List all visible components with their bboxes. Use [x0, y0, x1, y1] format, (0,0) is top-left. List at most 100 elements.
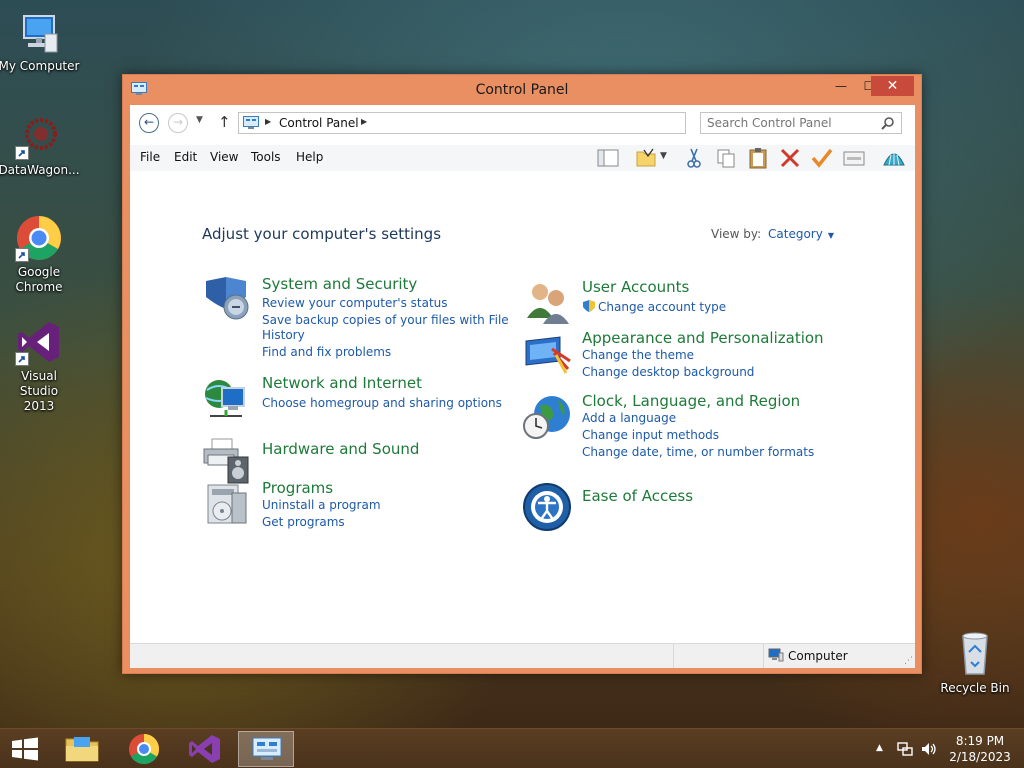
- content-area: Adjust your computer's settings View by:…: [130, 171, 915, 643]
- category-title[interactable]: Clock, Language, and Region: [582, 392, 800, 410]
- paste-icon[interactable]: [746, 147, 770, 169]
- globe-clock-icon: [522, 392, 574, 444]
- desktop-icon-label: Google Chrome: [15, 265, 63, 294]
- resize-grip-icon[interactable]: ⋰: [904, 656, 913, 666]
- view-by-dropdown[interactable]: Category ▼: [768, 227, 834, 241]
- window-title: Control Panel: [475, 82, 569, 98]
- link-homegroup-sharing[interactable]: Choose homegroup and sharing options: [262, 396, 502, 411]
- link-add-language[interactable]: Add a language: [582, 411, 676, 426]
- link-change-theme[interactable]: Change the theme: [582, 348, 694, 363]
- category-appearance: Appearance and Personalization Change th…: [522, 329, 852, 379]
- desktop-icon-label: Recycle Bin: [940, 681, 1010, 695]
- desktop-icon-my-computer[interactable]: My Computer: [0, 8, 81, 74]
- file-explorer-taskbar-button[interactable]: [54, 731, 110, 767]
- view-by-value: Category: [768, 227, 823, 241]
- shortcut-arrow-icon: [15, 248, 29, 262]
- forward-arrow-icon[interactable]: →: [168, 113, 188, 133]
- link-change-desktop-background[interactable]: Change desktop background: [582, 365, 754, 380]
- status-bar: Computer ⋰: [130, 643, 915, 668]
- visual-studio-taskbar-button[interactable]: [176, 731, 232, 767]
- show-hidden-icons-button[interactable]: ▲: [876, 743, 883, 753]
- desktop-icon-visual-studio[interactable]: Visual Studio 2013: [0, 318, 81, 414]
- address-bar[interactable]: ▶ Control Panel ▶ ⌄ ↻: [238, 112, 793, 134]
- link-change-date-time-formats[interactable]: Change date, time, or number formats: [582, 445, 814, 460]
- clock-date[interactable]: 2/18/2023: [944, 750, 1016, 764]
- desktop-icon-label: My Computer: [0, 59, 80, 73]
- link-review-status[interactable]: Review your computer's status: [262, 296, 448, 311]
- status-divider: [673, 644, 674, 668]
- chevron-down-icon[interactable]: ▼: [660, 151, 672, 173]
- search-icon[interactable]: [881, 116, 895, 133]
- category-programs: Programs Uninstall a program Get program…: [202, 479, 502, 529]
- menu-tools[interactable]: Tools: [251, 150, 281, 164]
- category-title[interactable]: System and Security: [262, 275, 417, 293]
- cut-icon[interactable]: [682, 147, 706, 169]
- visual-studio-icon: [15, 318, 63, 366]
- computer-icon: [768, 648, 784, 662]
- category-clock-language-region: Clock, Language, and Region Add a langua…: [522, 392, 852, 462]
- category-title[interactable]: Ease of Access: [582, 487, 693, 505]
- link-save-backup[interactable]: Save backup copies of your files with Fi…: [262, 313, 509, 328]
- shortcut-arrow-icon: [15, 146, 29, 160]
- category-title[interactable]: User Accounts: [582, 278, 689, 296]
- recent-locations-dropdown-icon[interactable]: ▼: [196, 115, 203, 125]
- ease-of-access-icon: [522, 483, 574, 535]
- network-tray-icon[interactable]: [896, 740, 914, 761]
- minimize-button[interactable]: —: [827, 76, 855, 96]
- checkmark-icon[interactable]: [810, 147, 834, 169]
- category-network-internet: Network and Internet Choose homegroup an…: [202, 374, 502, 424]
- status-location: Computer: [788, 649, 848, 663]
- link-change-input-methods[interactable]: Change input methods: [582, 428, 719, 443]
- copy-icon[interactable]: [714, 147, 738, 169]
- close-button[interactable]: ✕: [871, 76, 914, 96]
- breadcrumb-control-panel[interactable]: Control Panel: [279, 116, 359, 130]
- menu-view[interactable]: View: [210, 150, 238, 164]
- folder-options-icon[interactable]: [634, 147, 658, 169]
- link-get-programs[interactable]: Get programs: [262, 515, 345, 530]
- control-panel-window: Control Panel — ☐ ✕ ← → ▼ ↑ ▶ Control Pa…: [122, 74, 922, 674]
- search-box[interactable]: [700, 112, 902, 134]
- menu-help[interactable]: Help: [296, 150, 323, 164]
- taskbar: ▲ 8:19 PM 2/18/2023: [0, 728, 1024, 768]
- link-uninstall-program[interactable]: Uninstall a program: [262, 498, 381, 513]
- menu-file[interactable]: File: [140, 150, 160, 164]
- up-arrow-icon[interactable]: ↑: [218, 113, 231, 131]
- link-find-fix-problems[interactable]: Find and fix problems: [262, 345, 391, 360]
- chevron-down-icon: ▼: [827, 231, 834, 240]
- desktop-icon-datawagon[interactable]: DataWagon...: [0, 112, 81, 178]
- properties-icon[interactable]: [842, 147, 866, 169]
- desktop-icon-recycle-bin[interactable]: Recycle Bin: [933, 630, 1017, 696]
- menu-edit[interactable]: Edit: [174, 150, 197, 164]
- window-client-area: ← → ▼ ↑ ▶ Control Panel ▶ ⌄ ↻: [130, 105, 915, 668]
- control-panel-taskbar-button[interactable]: [238, 731, 294, 767]
- breadcrumb-chevron-icon[interactable]: ▶: [265, 117, 271, 126]
- chrome-taskbar-button[interactable]: [116, 731, 172, 767]
- category-title[interactable]: Programs: [262, 479, 333, 497]
- recycle-bin-icon: [951, 630, 999, 678]
- status-divider: [763, 644, 764, 668]
- category-title[interactable]: Network and Internet: [262, 374, 422, 392]
- volume-icon[interactable]: [920, 740, 938, 761]
- desktop-icon-google-chrome[interactable]: Google Chrome: [0, 214, 81, 295]
- shortcut-arrow-icon: [15, 352, 29, 366]
- desktop-icon-label: DataWagon...: [0, 163, 80, 177]
- clock-time[interactable]: 8:19 PM: [944, 734, 1016, 748]
- category-hardware-sound: Hardware and Sound: [202, 435, 502, 485]
- shield-icon: [202, 275, 254, 327]
- link-change-account-type[interactable]: Change account type: [598, 300, 726, 315]
- title-bar[interactable]: Control Panel — ☐ ✕: [123, 75, 921, 105]
- category-title[interactable]: Appearance and Personalization: [582, 329, 824, 347]
- search-input[interactable]: [707, 116, 877, 130]
- desktop-icon-label: Visual Studio 2013: [19, 369, 59, 413]
- link-save-backup-cont[interactable]: History: [262, 328, 305, 343]
- delete-icon[interactable]: [778, 147, 802, 169]
- shell-icon[interactable]: [882, 147, 906, 169]
- navigation-bar: ← → ▼ ↑ ▶ Control Panel ▶ ⌄ ↻: [130, 105, 915, 141]
- start-button[interactable]: [0, 731, 56, 767]
- back-arrow-icon[interactable]: ←: [139, 113, 159, 133]
- programs-icon: [202, 479, 254, 531]
- layout-pane-icon[interactable]: [596, 147, 620, 169]
- category-title[interactable]: Hardware and Sound: [262, 440, 419, 458]
- breadcrumb-chevron-icon[interactable]: ▶: [361, 117, 367, 126]
- category-user-accounts: User Accounts Change account type: [522, 278, 852, 328]
